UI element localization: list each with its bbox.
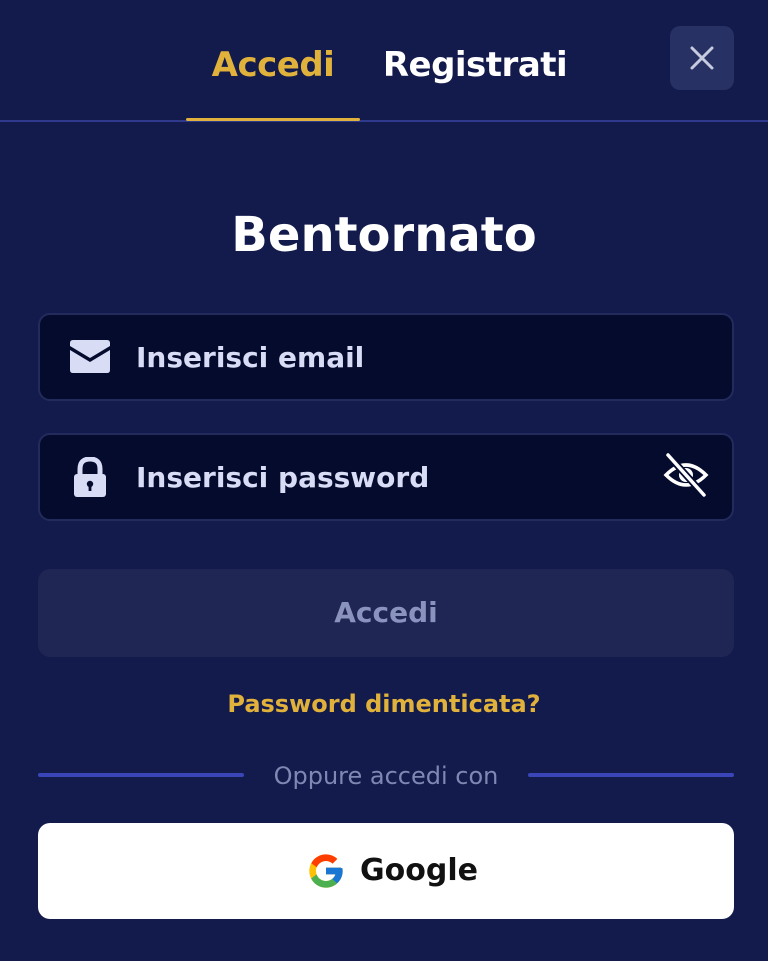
- envelope-icon: [70, 340, 110, 373]
- email-input[interactable]: [136, 315, 656, 399]
- password-field: [38, 433, 734, 521]
- email-field: [38, 313, 734, 401]
- page-title: Bentornato: [231, 207, 537, 263]
- auth-tabs: Accedi Registrati: [0, 0, 768, 122]
- close-button[interactable]: [670, 26, 734, 90]
- eye-slash-icon[interactable]: [662, 451, 710, 499]
- divider-line-left: [38, 773, 244, 777]
- login-submit-button[interactable]: Accedi: [38, 569, 734, 657]
- close-icon: [690, 46, 714, 70]
- forgot-password-link[interactable]: Password dimenticata?: [0, 684, 768, 724]
- google-logo-icon: [309, 854, 343, 888]
- password-input[interactable]: [136, 435, 656, 519]
- lock-icon: [74, 457, 106, 497]
- tab-register[interactable]: Registrati: [380, 40, 570, 90]
- divider-line-right: [528, 773, 734, 777]
- google-login-button[interactable]: Google: [38, 823, 734, 919]
- google-button-label: Google: [360, 853, 478, 888]
- tab-login[interactable]: Accedi: [186, 40, 360, 90]
- login-modal: Accedi Registrati Bentornato Acced: [0, 0, 768, 961]
- active-tab-indicator: [186, 118, 360, 121]
- divider-text: Oppure accedi con: [273, 762, 499, 790]
